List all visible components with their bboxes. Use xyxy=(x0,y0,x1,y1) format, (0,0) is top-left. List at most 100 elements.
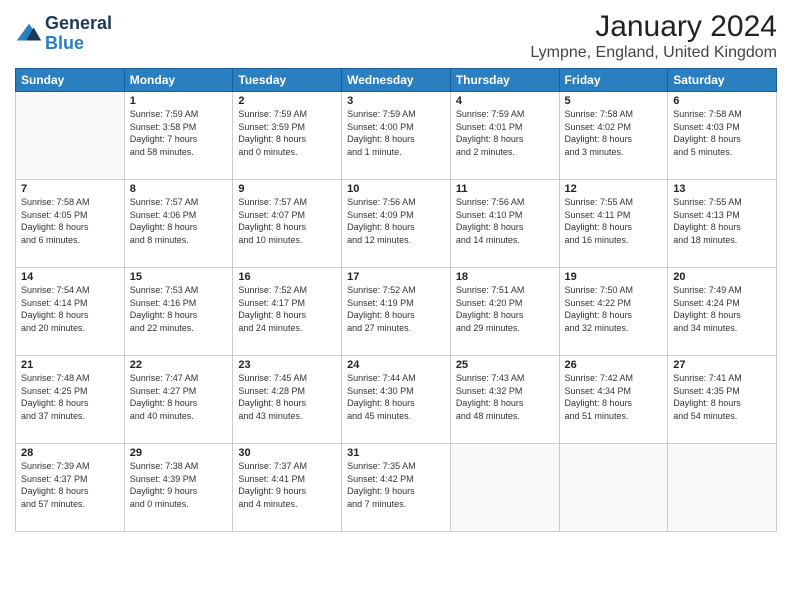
cell-info: Sunrise: 7:37 AM Sunset: 4:41 PM Dayligh… xyxy=(238,460,336,510)
cal-cell xyxy=(450,444,559,532)
week-row-5: 28Sunrise: 7:39 AM Sunset: 4:37 PM Dayli… xyxy=(16,444,777,532)
day-number: 18 xyxy=(456,271,554,283)
cell-info: Sunrise: 7:39 AM Sunset: 4:37 PM Dayligh… xyxy=(21,460,119,510)
day-number: 31 xyxy=(347,447,445,459)
cal-cell: 30Sunrise: 7:37 AM Sunset: 4:41 PM Dayli… xyxy=(233,444,342,532)
cal-cell xyxy=(668,444,777,532)
cal-cell: 23Sunrise: 7:45 AM Sunset: 4:28 PM Dayli… xyxy=(233,356,342,444)
logo: General Blue xyxy=(15,14,112,54)
day-number: 4 xyxy=(456,95,554,107)
week-row-3: 14Sunrise: 7:54 AM Sunset: 4:14 PM Dayli… xyxy=(16,268,777,356)
day-number: 7 xyxy=(21,183,119,195)
cell-info: Sunrise: 7:52 AM Sunset: 4:19 PM Dayligh… xyxy=(347,284,445,334)
day-number: 20 xyxy=(673,271,771,283)
day-header-wednesday: Wednesday xyxy=(342,69,451,92)
cal-cell: 1Sunrise: 7:59 AM Sunset: 3:58 PM Daylig… xyxy=(124,92,233,180)
day-number: 12 xyxy=(565,183,663,195)
cal-cell: 11Sunrise: 7:56 AM Sunset: 4:10 PM Dayli… xyxy=(450,180,559,268)
day-number: 10 xyxy=(347,183,445,195)
cell-info: Sunrise: 7:57 AM Sunset: 4:06 PM Dayligh… xyxy=(130,196,228,246)
cell-info: Sunrise: 7:58 AM Sunset: 4:03 PM Dayligh… xyxy=(673,108,771,158)
cal-cell: 12Sunrise: 7:55 AM Sunset: 4:11 PM Dayli… xyxy=(559,180,668,268)
day-number: 19 xyxy=(565,271,663,283)
cal-cell: 13Sunrise: 7:55 AM Sunset: 4:13 PM Dayli… xyxy=(668,180,777,268)
day-number: 23 xyxy=(238,359,336,371)
cell-info: Sunrise: 7:59 AM Sunset: 4:00 PM Dayligh… xyxy=(347,108,445,158)
cell-info: Sunrise: 7:48 AM Sunset: 4:25 PM Dayligh… xyxy=(21,372,119,422)
cal-cell xyxy=(16,92,125,180)
cal-cell: 4Sunrise: 7:59 AM Sunset: 4:01 PM Daylig… xyxy=(450,92,559,180)
day-number: 15 xyxy=(130,271,228,283)
calendar-subtitle: Lympne, England, United Kingdom xyxy=(530,44,777,62)
cell-info: Sunrise: 7:56 AM Sunset: 4:10 PM Dayligh… xyxy=(456,196,554,246)
cell-info: Sunrise: 7:47 AM Sunset: 4:27 PM Dayligh… xyxy=(130,372,228,422)
day-number: 9 xyxy=(238,183,336,195)
day-number: 13 xyxy=(673,183,771,195)
cell-info: Sunrise: 7:38 AM Sunset: 4:39 PM Dayligh… xyxy=(130,460,228,510)
day-number: 6 xyxy=(673,95,771,107)
cell-info: Sunrise: 7:58 AM Sunset: 4:05 PM Dayligh… xyxy=(21,196,119,246)
day-number: 25 xyxy=(456,359,554,371)
cell-info: Sunrise: 7:59 AM Sunset: 4:01 PM Dayligh… xyxy=(456,108,554,158)
day-number: 24 xyxy=(347,359,445,371)
cell-info: Sunrise: 7:54 AM Sunset: 4:14 PM Dayligh… xyxy=(21,284,119,334)
day-number: 29 xyxy=(130,447,228,459)
header-row: SundayMondayTuesdayWednesdayThursdayFrid… xyxy=(16,69,777,92)
day-number: 11 xyxy=(456,183,554,195)
week-row-1: 1Sunrise: 7:59 AM Sunset: 3:58 PM Daylig… xyxy=(16,92,777,180)
cell-info: Sunrise: 7:52 AM Sunset: 4:17 PM Dayligh… xyxy=(238,284,336,334)
day-number: 28 xyxy=(21,447,119,459)
logo-line1: General xyxy=(45,14,112,34)
day-header-monday: Monday xyxy=(124,69,233,92)
cell-info: Sunrise: 7:56 AM Sunset: 4:09 PM Dayligh… xyxy=(347,196,445,246)
week-row-4: 21Sunrise: 7:48 AM Sunset: 4:25 PM Dayli… xyxy=(16,356,777,444)
calendar-page: General Blue January 2024 Lympne, Englan… xyxy=(0,0,792,612)
cell-info: Sunrise: 7:58 AM Sunset: 4:02 PM Dayligh… xyxy=(565,108,663,158)
cal-cell: 25Sunrise: 7:43 AM Sunset: 4:32 PM Dayli… xyxy=(450,356,559,444)
cal-cell: 7Sunrise: 7:58 AM Sunset: 4:05 PM Daylig… xyxy=(16,180,125,268)
day-number: 16 xyxy=(238,271,336,283)
cal-cell: 31Sunrise: 7:35 AM Sunset: 4:42 PM Dayli… xyxy=(342,444,451,532)
cell-info: Sunrise: 7:51 AM Sunset: 4:20 PM Dayligh… xyxy=(456,284,554,334)
cal-cell: 6Sunrise: 7:58 AM Sunset: 4:03 PM Daylig… xyxy=(668,92,777,180)
day-number: 8 xyxy=(130,183,228,195)
cal-cell: 2Sunrise: 7:59 AM Sunset: 3:59 PM Daylig… xyxy=(233,92,342,180)
cell-info: Sunrise: 7:44 AM Sunset: 4:30 PM Dayligh… xyxy=(347,372,445,422)
day-number: 21 xyxy=(21,359,119,371)
cal-cell: 16Sunrise: 7:52 AM Sunset: 4:17 PM Dayli… xyxy=(233,268,342,356)
day-header-saturday: Saturday xyxy=(668,69,777,92)
cell-info: Sunrise: 7:42 AM Sunset: 4:34 PM Dayligh… xyxy=(565,372,663,422)
cal-cell: 8Sunrise: 7:57 AM Sunset: 4:06 PM Daylig… xyxy=(124,180,233,268)
day-header-friday: Friday xyxy=(559,69,668,92)
cal-cell xyxy=(559,444,668,532)
day-number: 26 xyxy=(565,359,663,371)
cal-cell: 10Sunrise: 7:56 AM Sunset: 4:09 PM Dayli… xyxy=(342,180,451,268)
cal-cell: 14Sunrise: 7:54 AM Sunset: 4:14 PM Dayli… xyxy=(16,268,125,356)
day-header-thursday: Thursday xyxy=(450,69,559,92)
cell-info: Sunrise: 7:59 AM Sunset: 3:59 PM Dayligh… xyxy=(238,108,336,158)
cell-info: Sunrise: 7:55 AM Sunset: 4:13 PM Dayligh… xyxy=(673,196,771,246)
day-header-tuesday: Tuesday xyxy=(233,69,342,92)
cal-cell: 27Sunrise: 7:41 AM Sunset: 4:35 PM Dayli… xyxy=(668,356,777,444)
day-number: 14 xyxy=(21,271,119,283)
cal-cell: 5Sunrise: 7:58 AM Sunset: 4:02 PM Daylig… xyxy=(559,92,668,180)
cal-cell: 15Sunrise: 7:53 AM Sunset: 4:16 PM Dayli… xyxy=(124,268,233,356)
day-number: 2 xyxy=(238,95,336,107)
calendar-table: SundayMondayTuesdayWednesdayThursdayFrid… xyxy=(15,68,777,532)
title-block: January 2024 Lympne, England, United Kin… xyxy=(530,10,777,62)
cell-info: Sunrise: 7:59 AM Sunset: 3:58 PM Dayligh… xyxy=(130,108,228,158)
cell-info: Sunrise: 7:45 AM Sunset: 4:28 PM Dayligh… xyxy=(238,372,336,422)
cal-cell: 22Sunrise: 7:47 AM Sunset: 4:27 PM Dayli… xyxy=(124,356,233,444)
header: General Blue January 2024 Lympne, Englan… xyxy=(15,10,777,62)
day-number: 1 xyxy=(130,95,228,107)
day-number: 22 xyxy=(130,359,228,371)
cal-cell: 28Sunrise: 7:39 AM Sunset: 4:37 PM Dayli… xyxy=(16,444,125,532)
cell-info: Sunrise: 7:55 AM Sunset: 4:11 PM Dayligh… xyxy=(565,196,663,246)
day-number: 30 xyxy=(238,447,336,459)
cell-info: Sunrise: 7:43 AM Sunset: 4:32 PM Dayligh… xyxy=(456,372,554,422)
cal-cell: 20Sunrise: 7:49 AM Sunset: 4:24 PM Dayli… xyxy=(668,268,777,356)
cal-cell: 24Sunrise: 7:44 AM Sunset: 4:30 PM Dayli… xyxy=(342,356,451,444)
week-row-2: 7Sunrise: 7:58 AM Sunset: 4:05 PM Daylig… xyxy=(16,180,777,268)
day-number: 5 xyxy=(565,95,663,107)
day-number: 3 xyxy=(347,95,445,107)
